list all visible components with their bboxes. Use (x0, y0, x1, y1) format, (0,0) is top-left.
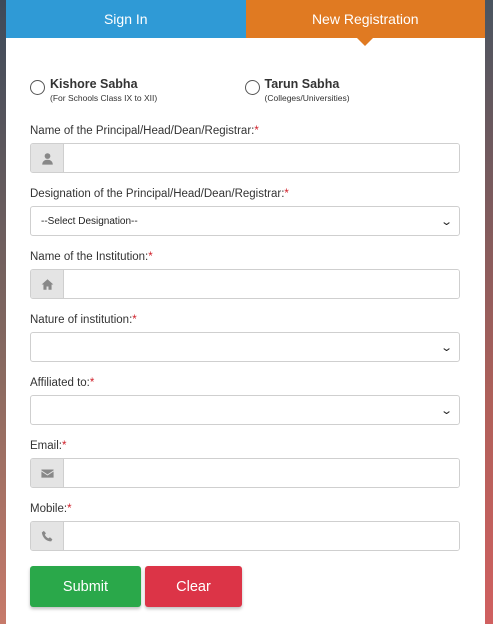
nature-select[interactable]: ⌄ (30, 332, 460, 362)
designation-selected-value: --Select Designation-- (41, 215, 138, 227)
chevron-down-icon: ⌄ (439, 215, 453, 228)
institution-name-input[interactable] (64, 270, 459, 298)
email-label: Email:* (30, 440, 67, 452)
chevron-down-icon: ⌄ (439, 341, 453, 354)
radio-title: Kishore Sabha (50, 77, 138, 91)
designation-select[interactable]: --Select Designation-- ⌄ (30, 206, 460, 236)
mobile-field (30, 521, 460, 551)
submit-button[interactable]: Submit (30, 566, 141, 607)
chevron-down-icon: ⌄ (439, 404, 453, 417)
affiliated-select[interactable]: ⌄ (30, 395, 460, 425)
home-icon (31, 270, 64, 298)
radio-subtitle: (Colleges/Universities) (264, 93, 350, 103)
designation-label: Designation of the Principal/Head/Dean/R… (30, 188, 289, 200)
radio-button[interactable] (244, 80, 260, 95)
clear-button[interactable]: Clear (145, 566, 242, 607)
tab-bar: Sign In New Registration (6, 0, 485, 46)
mobile-label: Mobile:* (30, 503, 72, 515)
radio-button[interactable] (30, 80, 45, 95)
institution-name-label: Name of the Institution:* (30, 251, 153, 263)
tab-sign-in[interactable]: Sign In (6, 0, 246, 38)
email-input[interactable] (64, 459, 459, 487)
envelope-icon (31, 459, 64, 487)
tab-new-registration[interactable]: New Registration (245, 0, 485, 46)
mobile-input[interactable] (64, 522, 459, 550)
radio-subtitle: (For Schools Class IX to XII) (50, 93, 158, 103)
principal-name-label: Name of the Principal/Head/Dean/Registra… (30, 125, 259, 137)
form-actions: Submit Clear (30, 566, 461, 607)
user-icon (31, 144, 64, 172)
background-right (485, 0, 493, 624)
institution-name-field (30, 269, 460, 299)
sabha-radio-group: Kishore Sabha (For Schools Class IX to X… (30, 76, 461, 110)
radio-title: Tarun Sabha (264, 77, 340, 91)
registration-panel: Sign In New Registration Kishore Sabha (… (6, 0, 485, 624)
affiliated-label: Affiliated to:* (30, 377, 95, 389)
principal-name-input[interactable] (64, 144, 459, 172)
phone-icon (31, 522, 64, 550)
radio-kishore-sabha[interactable]: Kishore Sabha (For Schools Class IX to X… (30, 76, 247, 110)
radio-tarun-sabha[interactable]: Tarun Sabha (Colleges/Universities) (244, 76, 462, 110)
email-field (30, 458, 460, 488)
nature-label: Nature of institution:* (30, 314, 137, 326)
registration-form: Kishore Sabha (For Schools Class IX to X… (6, 76, 485, 607)
principal-name-field (30, 143, 460, 173)
